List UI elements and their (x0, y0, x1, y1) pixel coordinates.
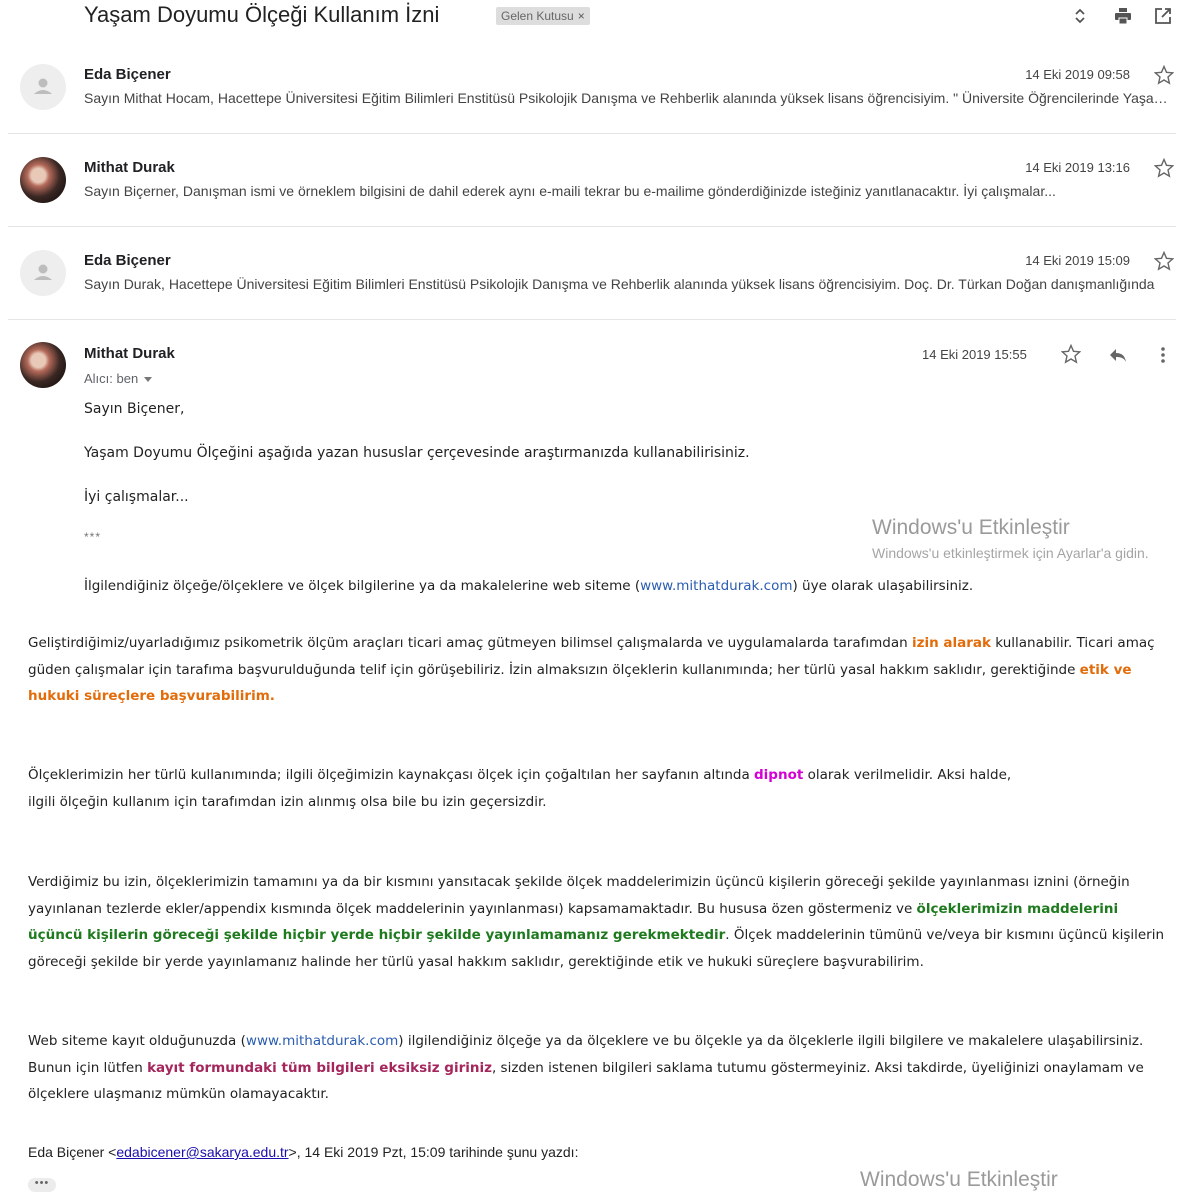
more-vert-icon[interactable] (1153, 345, 1173, 365)
show-trimmed-content-button[interactable]: ••• (28, 1178, 56, 1192)
message-snippet: Sayın Durak, Hacettepe Üniversitesi Eğit… (84, 276, 1155, 292)
expand-collapse-icon[interactable] (1070, 6, 1090, 26)
divider (8, 319, 1176, 320)
greeting-text: Sayın Biçener, (84, 401, 185, 417)
activation-watermark-title: Windows'u Etkinleştir (860, 1168, 1058, 1191)
activation-watermark-subtitle: Windows'u etkinleştirmek için Ayarlar'a … (872, 545, 1149, 561)
sender-name: Eda Biçener (84, 252, 171, 269)
open-new-window-icon[interactable] (1153, 6, 1173, 26)
highlight-text: kayıt formundaki tüm bilgileri eksiksiz … (147, 1059, 492, 1076)
recipient-details[interactable]: Alıcı: ben (84, 371, 153, 386)
email-link[interactable]: edabicener@sakarya.edu.tr (116, 1144, 288, 1160)
message-snippet: Sayın Mithat Hocam, Hacettepe Üniversite… (84, 90, 1174, 106)
paragraph-citation: Ölçeklerimizin her türlü kullanımında; i… (28, 762, 1168, 815)
thread-subject: Yaşam Doyumu Ölçeği Kullanım İzni (84, 2, 440, 27)
person-icon (34, 78, 52, 94)
recipient-text: Alıcı: ben (84, 371, 139, 386)
separator-text: *** (84, 530, 102, 544)
sender-name: Mithat Durak (84, 159, 175, 176)
message-collapsed[interactable]: Eda Biçener 14 Eki 2019 15:09 Sayın Dura… (0, 240, 1192, 320)
message-collapsed[interactable]: Mithat Durak 14 Eki 2019 13:16 Sayın Biç… (0, 147, 1192, 227)
inbox-label-chip[interactable]: Gelen Kutusu × (496, 7, 590, 25)
paragraph-usage-terms: Geliştirdiğimiz/uyarladığımız psikometri… (28, 630, 1168, 710)
quote-text: Eda Biçener < (28, 1144, 117, 1160)
paragraph-publication: Verdiğimiz bu izin, ölçeklerimizin tamam… (28, 869, 1168, 975)
paragraph-text: olarak verilmelidir. Aksi halde, (803, 767, 1012, 783)
print-icon[interactable] (1113, 6, 1133, 26)
activation-watermark-title: Windows'u Etkinleştir (872, 516, 1070, 539)
body-line: İyi çalışmalar... (84, 489, 189, 505)
message-date: 14 Eki 2019 15:09 (1025, 253, 1130, 268)
divider (8, 133, 1176, 134)
photo-avatar (20, 342, 66, 388)
sender-name: Mithat Durak (84, 345, 175, 362)
photo-avatar (20, 157, 66, 203)
paragraph-text: Ölçeklerimizin her türlü kullanımında; i… (28, 767, 755, 783)
paragraph-text: Geliştirdiğimiz/uyarladığımız psikometri… (28, 635, 912, 651)
email-thread-view: Yaşam Doyumu Ölçeği Kullanım İzni Gelen … (0, 0, 1192, 1200)
paragraph-registration: Web siteme kayıt olduğunuzda (www.mithat… (28, 1028, 1168, 1108)
star-icon[interactable] (1060, 343, 1082, 364)
quote-text: >, 14 Eki 2019 Pzt, 15:09 tarihinde şunu… (288, 1144, 579, 1160)
message-date: 14 Eki 2019 09:58 (1025, 67, 1130, 82)
site-line-text: İlgilendiğiniz ölçeğe/ölçeklere ve ölçek… (84, 578, 641, 594)
thread-header: Yaşam Doyumu Ölçeği Kullanım İzni Gelen … (0, 0, 1192, 40)
sender-name: Eda Biçener (84, 66, 171, 83)
quoted-reply-header: Eda Biçener <edabicener@sakarya.edu.tr>,… (28, 1144, 578, 1160)
default-avatar (20, 64, 66, 110)
website-link[interactable]: www.mithatdurak.com (640, 578, 792, 594)
site-line-text: ) üye olarak ulaşabilirsiniz. (792, 578, 974, 594)
paragraph-text: Web siteme kayıt olduğunuzda ( (28, 1033, 246, 1049)
reply-icon[interactable] (1108, 345, 1128, 365)
label-text: Gelen Kutusu (501, 9, 574, 23)
divider (8, 226, 1176, 227)
highlight-text: . (269, 688, 275, 704)
message-collapsed[interactable]: Eda Biçener 14 Eki 2019 09:58 Sayın Mith… (0, 54, 1192, 134)
star-icon[interactable] (1153, 157, 1175, 178)
remove-label-icon[interactable]: × (578, 9, 585, 23)
message-date: 14 Eki 2019 13:16 (1025, 160, 1130, 175)
star-icon[interactable] (1153, 64, 1175, 85)
message-date: 14 Eki 2019 15:55 (922, 347, 1027, 362)
site-line: İlgilendiğiniz ölçeğe/ölçeklere ve ölçek… (84, 578, 973, 594)
star-icon[interactable] (1153, 250, 1175, 271)
default-avatar (20, 250, 66, 296)
highlight-text: izin alarak (911, 635, 991, 651)
paragraph-text: ilgili ölçeğin kullanım için tarafımdan … (28, 793, 547, 810)
message-snippet: Sayın Biçerner, Danışman ismi ve örnekle… (84, 183, 1056, 199)
website-link[interactable]: www.mithatdurak.com (246, 1033, 398, 1049)
person-icon (34, 264, 52, 280)
body-line: Yaşam Doyumu Ölçeğini aşağıda yazan husu… (84, 445, 750, 461)
chevron-down-icon[interactable] (144, 377, 153, 383)
highlight-text: dipnot (754, 767, 804, 783)
